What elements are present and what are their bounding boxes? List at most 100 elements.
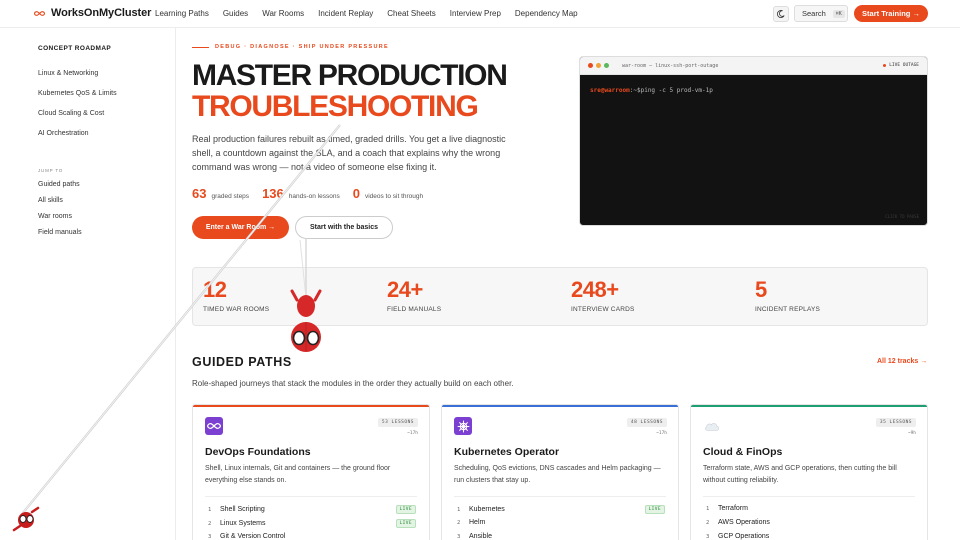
nav-dependency-map[interactable]: Dependency Map: [515, 9, 578, 18]
module-index: 2: [706, 519, 710, 526]
start-training-button[interactable]: Start Training →: [854, 5, 928, 22]
card-divider: [205, 496, 417, 497]
search-label: Search: [802, 9, 826, 18]
sidebar-item-linux-networking[interactable]: Linux & Networking: [38, 70, 98, 77]
live-outage-label: LIVE OUTAGE: [889, 63, 919, 68]
terminal-window[interactable]: war-room — linux-ssh-port-outage LIVE OU…: [579, 56, 928, 226]
stat-field-manuals-num: 24+: [387, 277, 423, 302]
cloud-icon: [703, 417, 721, 435]
stat-videos-num: 0: [352, 186, 360, 201]
path-card-kubernetes[interactable]: 48 LESSONS ~17h Kubernetes Operator Sche…: [441, 404, 679, 540]
sidebar-jump-guided-paths[interactable]: Guided paths: [38, 181, 80, 188]
nav-interview-prep[interactable]: Interview Prep: [450, 9, 501, 18]
nav-incident-replay[interactable]: Incident Replay: [318, 9, 373, 18]
terminal-prompt: sre@warroom: [590, 87, 630, 94]
stats-band: 12 TIMED WAR ROOMS 24+ FIELD MANUALS 248…: [192, 267, 928, 326]
card-divider: [703, 496, 915, 497]
sidebar-jump-war-rooms[interactable]: War rooms: [38, 213, 72, 220]
module-item[interactable]: 1 Terraform: [706, 505, 914, 512]
card-accent-bar: [691, 405, 927, 407]
minimize-dot-icon: [596, 63, 601, 68]
hero-title: MASTER PRODUCTION TROUBLESHOOTING: [192, 59, 508, 122]
module-item[interactable]: 1 Shell Scripting LIVE: [208, 505, 416, 514]
lessons-badge: 53 LESSONS: [377, 418, 418, 427]
sidebar-item-cloud-scaling[interactable]: Cloud Scaling & Cost: [38, 110, 104, 117]
all-tracks-link[interactable]: All 12 tracks →: [877, 358, 927, 365]
infinity-icon: [205, 417, 223, 435]
enter-war-room-button[interactable]: Enter a War Room →: [192, 216, 289, 239]
stat-lessons-num: 136: [262, 186, 284, 201]
search-button[interactable]: Search ⌘K: [794, 5, 848, 22]
search-shortcut: ⌘K: [832, 9, 845, 18]
card-accent-bar: [193, 405, 429, 407]
stat-interview-cards-num: 248+: [571, 277, 619, 302]
brand-name: WorksOnMyCluster: [51, 7, 152, 19]
brand-logo[interactable]: WorksOnMyCluster: [34, 7, 151, 19]
start-basics-button[interactable]: Start with the basics: [295, 216, 393, 239]
card-title: DevOps Foundations: [205, 446, 311, 458]
terminal-command-line: sre@warroom:~$ping -c 5 prod-vm-1p: [590, 87, 713, 94]
path-card-devops[interactable]: 53 LESSONS ~17h DevOps Foundations Shell…: [192, 404, 430, 540]
stat-war-rooms-num: 12: [203, 277, 227, 302]
top-navigation-bar: WorksOnMyCluster Learning Paths Guides W…: [0, 0, 960, 28]
hero-eyebrow: DEBUG · DIAGNOSE · SHIP UNDER PRESSURE: [192, 44, 389, 50]
module-index: 1: [706, 505, 710, 512]
nav-war-rooms[interactable]: War Rooms: [262, 9, 304, 18]
module-index: 1: [457, 506, 461, 513]
card-description: Shell, Linux internals, Git and containe…: [205, 465, 391, 484]
module-index: 3: [706, 533, 710, 540]
stat-incident-replays: 5 INCIDENT REPLAYS: [755, 278, 820, 314]
lessons-badge: 48 LESSONS: [626, 418, 667, 427]
stat-interview-cards: 248+ INTERVIEW CARDS: [571, 277, 635, 314]
card-description: Scheduling, QoS evictions, DNS cascades …: [454, 465, 661, 484]
module-name: AWS Operations: [718, 519, 770, 526]
module-index: 3: [208, 533, 212, 540]
module-live-badge: LIVE: [644, 505, 665, 514]
module-item[interactable]: 3 GCP Operations: [706, 533, 914, 540]
module-name: Shell Scripting: [220, 506, 265, 513]
main-nav: Learning Paths Guides War Rooms Incident…: [155, 9, 592, 18]
path-card-cloud-finops[interactable]: 35 LESSONS ~9h Cloud & FinOps Terraform …: [690, 404, 928, 540]
stat-lessons-label: hands-on lessons: [288, 193, 340, 200]
module-item[interactable]: 1 Kubernetes LIVE: [457, 505, 665, 514]
module-item[interactable]: 3 Git & Version Control: [208, 533, 416, 540]
sidebar-item-ai-orchestration[interactable]: AI Orchestration: [38, 130, 89, 137]
module-index: 1: [208, 506, 212, 513]
terminal-path: :~$: [629, 87, 641, 94]
duration-label: ~17h: [656, 431, 667, 436]
module-live-badge: LIVE: [395, 519, 416, 528]
sidebar-jump-all-skills[interactable]: All skills: [38, 197, 63, 204]
module-item[interactable]: 3 Ansible: [457, 533, 665, 540]
module-item[interactable]: 2 AWS Operations: [706, 519, 914, 526]
nav-cheat-sheets[interactable]: Cheat Sheets: [387, 9, 435, 18]
card-description: Terraform state, AWS and GCP operations,…: [703, 465, 897, 484]
stat-graded-steps-label: graded steps: [211, 193, 250, 200]
stat-field-manuals-label: FIELD MANUALS: [387, 306, 442, 313]
sidebar-item-kubernetes-qos[interactable]: Kubernetes QoS & Limits: [38, 90, 117, 97]
terminal-hint: CLICK TO PAUSE: [885, 214, 919, 219]
sidebar-jump-field-manuals[interactable]: Field manuals: [38, 229, 82, 236]
module-item[interactable]: 2 Linux Systems LIVE: [208, 519, 416, 528]
module-index: 2: [208, 520, 212, 527]
hero-title-line1: MASTER PRODUCTION: [192, 59, 508, 92]
eyebrow-dash: [192, 46, 209, 48]
lessons-badge: 35 LESSONS: [875, 418, 916, 427]
module-item[interactable]: 2 Helm: [457, 519, 665, 526]
nav-learning-paths[interactable]: Learning Paths: [155, 9, 209, 18]
live-dot-icon: [883, 64, 887, 67]
sidebar-title: CONCEPT ROADMAP: [38, 45, 112, 52]
terminal-titlebar: war-room — linux-ssh-port-outage LIVE OU…: [580, 57, 927, 75]
sidebar: CONCEPT ROADMAP Linux & Networking Kuber…: [0, 28, 176, 540]
nav-guides[interactable]: Guides: [223, 9, 248, 18]
duration-label: ~17h: [407, 431, 418, 436]
live-outage-badge: LIVE OUTAGE: [883, 63, 919, 68]
card-title: Cloud & FinOps: [703, 446, 783, 458]
stat-war-rooms-label: TIMED WAR ROOMS: [203, 306, 270, 313]
theme-toggle-button[interactable]: [773, 6, 789, 22]
terminal-title: war-room — linux-ssh-port-outage: [622, 62, 719, 69]
duration-label: ~9h: [907, 431, 916, 436]
terminal-command: ping -c 5 prod-vm-1p: [640, 87, 713, 94]
module-name: Git & Version Control: [220, 533, 286, 540]
infinity-logo-icon: [34, 10, 45, 16]
guided-paths-title: GUIDED PATHS: [192, 355, 292, 369]
